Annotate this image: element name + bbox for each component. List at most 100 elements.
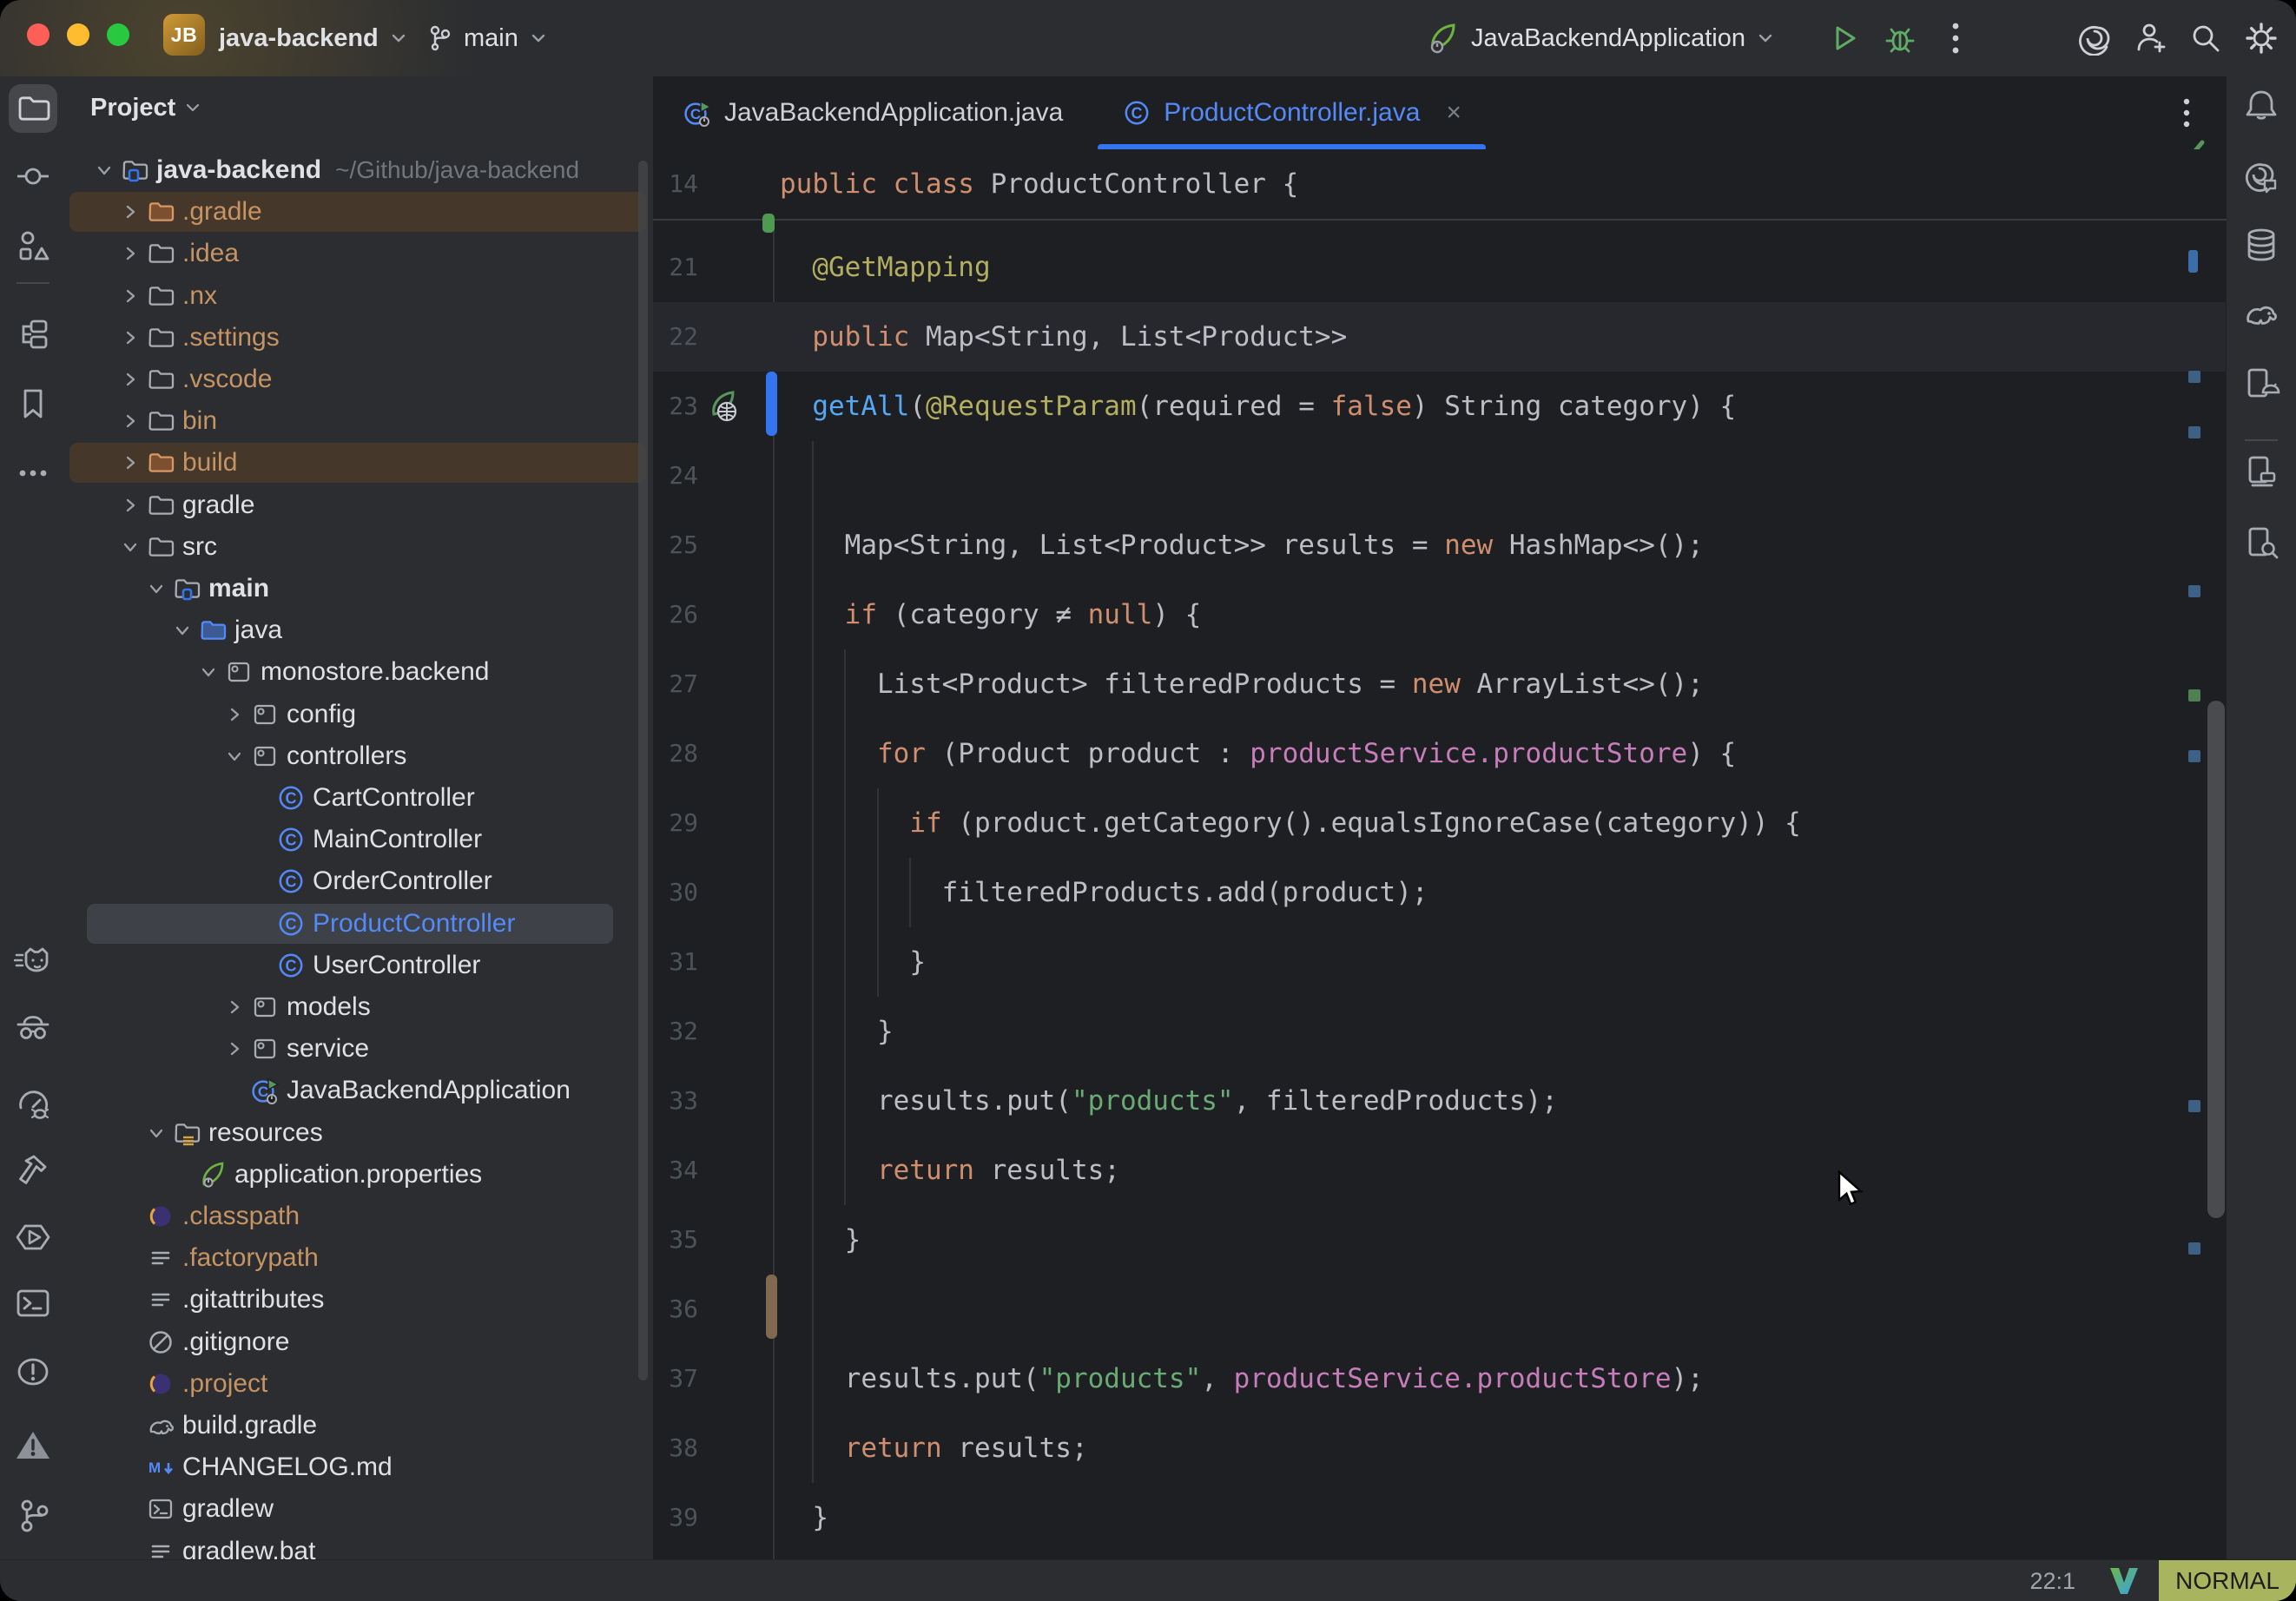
- tree-row-build-gradle[interactable]: build.gradle: [66, 1405, 653, 1446]
- tree-row--vscode[interactable]: .vscode: [66, 359, 653, 400]
- line-number[interactable]: 31: [653, 927, 698, 997]
- tree-chevron-icon[interactable]: [122, 287, 139, 305]
- code-line-21[interactable]: 21 @GetMapping: [653, 233, 2227, 302]
- line-number[interactable]: 21: [653, 233, 698, 302]
- line-number[interactable]: 32: [653, 997, 698, 1066]
- code-line-36[interactable]: 36: [653, 1275, 2227, 1344]
- tree-row-gradlew[interactable]: gradlew: [66, 1488, 653, 1530]
- tree-row--classpath[interactable]: .classpath: [66, 1196, 653, 1237]
- tree-row-models[interactable]: models: [66, 986, 653, 1028]
- tree-row-src[interactable]: src: [66, 526, 653, 568]
- warning-triangle-icon[interactable]: [9, 1420, 57, 1469]
- git-branch-icon[interactable]: [9, 1492, 57, 1540]
- line-number[interactable]: 35: [653, 1205, 698, 1275]
- services-boxes-icon[interactable]: [9, 310, 57, 359]
- copilot-cat-icon[interactable]: [9, 938, 57, 986]
- tree-row--gradle[interactable]: .gradle: [66, 191, 653, 233]
- code-line-22[interactable]: 22 public Map<String, List<Product>>: [653, 302, 2227, 372]
- tree-chevron-icon[interactable]: [200, 663, 217, 681]
- running-devices-icon[interactable]: [2237, 359, 2286, 408]
- tab-options-kebab-icon[interactable]: [2169, 92, 2204, 134]
- line-number[interactable]: 36: [653, 1275, 698, 1344]
- tree-row-maincontroller[interactable]: CMainController: [66, 819, 653, 860]
- sticky-code-line-14[interactable]: 14public class ProductController {: [653, 149, 2227, 221]
- tree-row-config[interactable]: config: [66, 694, 653, 735]
- line-number[interactable]: 29: [653, 788, 698, 858]
- device-explorer-icon[interactable]: [2237, 518, 2286, 567]
- add-user-icon[interactable]: [2122, 10, 2178, 66]
- project-selector[interactable]: java-backend: [219, 0, 408, 76]
- kebab-icon[interactable]: [1928, 10, 1983, 66]
- debug-button[interactable]: [1872, 10, 1928, 66]
- tree-row-java[interactable]: java: [66, 609, 653, 651]
- tree-chevron-icon[interactable]: [122, 412, 139, 430]
- line-number[interactable]: 23: [653, 372, 698, 441]
- project-folder-icon[interactable]: [9, 84, 57, 133]
- tree-chevron-icon[interactable]: [122, 538, 139, 556]
- window-close-button[interactable]: [27, 23, 49, 46]
- window-minimize-button[interactable]: [67, 23, 89, 46]
- code-line-29[interactable]: 29 if (product.getCategory().equalsIgnor…: [653, 788, 2227, 858]
- bookmarks-icon[interactable]: [9, 379, 57, 428]
- tab-javabackendapplication-java[interactable]: CJavaBackendApplication.java: [653, 76, 1092, 149]
- line-number[interactable]: 37: [653, 1344, 698, 1413]
- line-number[interactable]: 25: [653, 511, 698, 580]
- tree-chevron-icon[interactable]: [226, 706, 243, 723]
- tab-close-icon[interactable]: ×: [1446, 100, 1461, 126]
- code-line-37[interactable]: 37 results.put("products", productServic…: [653, 1344, 2227, 1413]
- more-horizontal-icon[interactable]: [9, 449, 57, 497]
- line-number[interactable]: 38: [653, 1413, 698, 1483]
- tree-row-usercontroller[interactable]: CUserController: [66, 945, 653, 986]
- tree-row-resources[interactable]: resources: [66, 1112, 653, 1154]
- code-line-23[interactable]: 23 getAll(@RequestParam(required = false…: [653, 372, 2227, 441]
- terminal-icon[interactable]: [9, 1279, 57, 1328]
- gradle-elephant-icon[interactable]: [2237, 289, 2286, 338]
- tree-row-javabackendapplication[interactable]: CJavaBackendApplication: [66, 1070, 653, 1111]
- gear-icon[interactable]: [2233, 10, 2289, 66]
- notifications-bell-icon[interactable]: [2237, 81, 2286, 129]
- line-number[interactable]: 34: [653, 1136, 698, 1205]
- tree-chevron-icon[interactable]: [96, 161, 113, 179]
- code-line-33[interactable]: 33 results.put("products", filteredProdu…: [653, 1066, 2227, 1136]
- tree-chevron-icon[interactable]: [148, 1124, 165, 1142]
- caret-position[interactable]: 22:1: [2029, 1568, 2075, 1595]
- code-line-35[interactable]: 35 }: [653, 1205, 2227, 1275]
- tree-chevron-icon[interactable]: [226, 998, 243, 1016]
- ai-assistant-chat-icon[interactable]: [2237, 151, 2286, 200]
- tree-row-main[interactable]: main: [66, 568, 653, 609]
- tree-row--idea[interactable]: .idea: [66, 233, 653, 274]
- code-line-30[interactable]: 30 filteredProducts.add(product);: [653, 858, 2227, 927]
- tree-chevron-icon[interactable]: [148, 580, 165, 597]
- tree-row--gitattributes[interactable]: .gitattributes: [66, 1279, 653, 1321]
- code-line-26[interactable]: 26 if (category ≠ null) {: [653, 580, 2227, 649]
- ai-assistant-icon[interactable]: [2067, 10, 2122, 66]
- run-configuration-selector[interactable]: JavaBackendApplication: [1424, 0, 1775, 76]
- profiler-gauge-icon[interactable]: [9, 1080, 57, 1129]
- code-line-28[interactable]: 28 for (Product product : productService…: [653, 719, 2227, 788]
- tree-chevron-icon[interactable]: [226, 748, 243, 765]
- layout-inspector-icon[interactable]: [2237, 447, 2286, 496]
- run-button[interactable]: [1817, 10, 1872, 66]
- code-line-27[interactable]: 27 List<Product> filteredProducts = new …: [653, 649, 2227, 719]
- problems-icon[interactable]: [9, 1347, 57, 1396]
- tree-row--nx[interactable]: .nx: [66, 275, 653, 317]
- tree-chevron-icon[interactable]: [174, 622, 191, 639]
- code-line-32[interactable]: 32 }: [653, 997, 2227, 1066]
- build-hammer-icon[interactable]: [9, 1146, 57, 1195]
- line-number[interactable]: 26: [653, 580, 698, 649]
- tree-row-changelog-md[interactable]: MCHANGELOG.md: [66, 1446, 653, 1488]
- tree-row-ordercontroller[interactable]: COrderController: [66, 860, 653, 902]
- code-line-31[interactable]: 31 }: [653, 927, 2227, 997]
- tree-row-gradle[interactable]: gradle: [66, 484, 653, 526]
- tree-row-bin[interactable]: bin: [66, 400, 653, 442]
- line-number[interactable]: 24: [653, 441, 698, 511]
- tree-row-gradlew-bat[interactable]: gradlew.bat: [66, 1531, 653, 1559]
- line-number[interactable]: 39: [653, 1483, 698, 1552]
- code-line-34[interactable]: 34 return results;: [653, 1136, 2227, 1205]
- vim-plugin-icon[interactable]: [2108, 1566, 2140, 1596]
- privacy-spy-icon[interactable]: [9, 1004, 57, 1052]
- code-line-38[interactable]: 38 return results;: [653, 1413, 2227, 1483]
- tree-row--project[interactable]: .project: [66, 1363, 653, 1405]
- database-icon[interactable]: [2237, 221, 2286, 269]
- tree-row-cartcontroller[interactable]: CCartController: [66, 777, 653, 819]
